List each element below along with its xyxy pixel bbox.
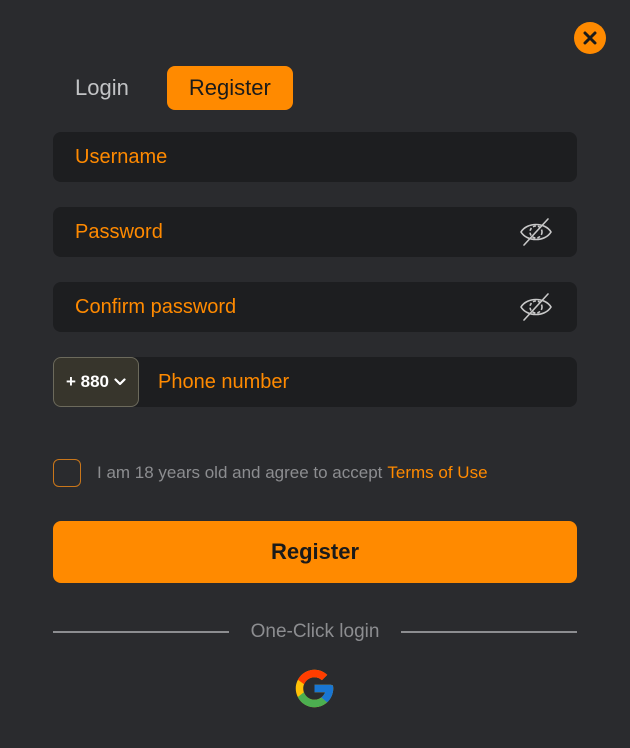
username-input[interactable] — [75, 132, 495, 182]
password-field-container — [53, 207, 577, 257]
eye-slash-icon[interactable] — [519, 216, 553, 248]
register-modal: Login Register + 880 — [0, 0, 630, 748]
terms-row: I am 18 years old and agree to accept Te… — [53, 458, 488, 488]
phone-field-container: + 880 — [53, 357, 578, 407]
phone-input[interactable] — [158, 357, 578, 407]
google-icon — [295, 669, 334, 708]
terms-text: I am 18 years old and agree to accept — [97, 463, 383, 482]
country-code-value: + 880 — [65, 372, 109, 391]
divider-label: One-Click login — [250, 621, 380, 642]
tab-register[interactable]: Register — [166, 66, 293, 110]
auth-tabs: Login Register — [53, 66, 293, 110]
eye-slash-icon[interactable] — [519, 291, 553, 323]
close-button[interactable] — [574, 22, 606, 54]
divider-line — [53, 631, 229, 633]
divider-line — [401, 631, 578, 633]
google-login-button[interactable] — [292, 666, 337, 711]
tab-login[interactable]: Login — [53, 66, 151, 110]
chevron-down-icon — [114, 378, 126, 386]
confirm-password-input[interactable] — [75, 282, 495, 332]
close-icon — [583, 31, 597, 45]
username-field-container — [53, 132, 577, 182]
one-click-divider: One-Click login — [53, 620, 578, 644]
country-code-select[interactable]: + 880 — [53, 357, 139, 407]
terms-checkbox[interactable] — [53, 459, 81, 487]
confirm-password-field-container — [53, 282, 577, 332]
password-input[interactable] — [75, 207, 495, 257]
terms-of-use-link[interactable]: Terms of Use — [387, 463, 487, 483]
register-button[interactable]: Register — [53, 521, 577, 583]
